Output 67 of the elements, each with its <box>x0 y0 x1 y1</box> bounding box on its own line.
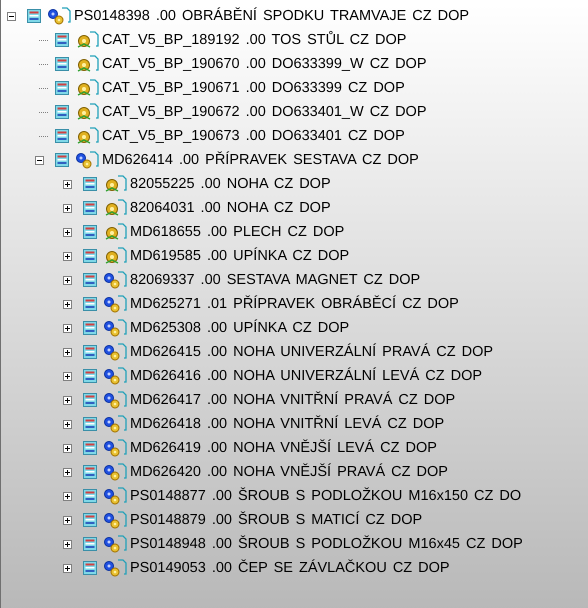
document-icon <box>83 249 97 263</box>
tree-item-label[interactable]: CAT_V5_BP_189192 .00 TOS STŮL CZ DOP <box>102 32 406 48</box>
document-icon <box>83 345 97 359</box>
expand-toggle[interactable] <box>63 348 72 356</box>
document-icon <box>83 321 97 335</box>
tree-item-label[interactable]: MD626418 .00 NOHA VNITŘNÍ LEVÁ CZ DOP <box>130 416 444 432</box>
tree-item-label[interactable]: CAT_V5_BP_190672 .00 DO633401_W CZ DOP <box>102 104 426 120</box>
tree-item-label[interactable]: 82069337 .00 SESTAVA MAGNET CZ DOP <box>130 272 420 288</box>
tree-item-label[interactable]: MD618655 .00 PLECH CZ DOP <box>130 224 344 240</box>
expand-toggle[interactable] <box>63 372 72 380</box>
expand-toggle[interactable] <box>63 324 72 332</box>
document-icon <box>55 33 69 47</box>
tree-item-label[interactable]: MD626420 .00 NOHA VNĚJŠÍ PRAVÁ CZ DOP <box>130 464 448 480</box>
document-icon <box>83 465 97 479</box>
tree-item-label[interactable]: PS0148398 .00 OBRÁBĚNÍ SPODKU TRAMVAJE CZ DOP <box>74 8 470 24</box>
expand-toggle[interactable] <box>63 564 72 572</box>
tree-item-label[interactable]: MD626417 .00 NOHA VNITŘNÍ PRAVÁ CZ DOP <box>130 392 456 408</box>
tree-item-label[interactable]: PS0148948 .00 ŠROUB S PODLOŽKOU M16x45 CZ DOP <box>130 536 523 552</box>
tree-item-label[interactable]: MD619585 .00 UPÍNKA CZ DOP <box>130 248 350 264</box>
document-icon <box>83 537 97 551</box>
document-icon <box>27 9 41 23</box>
expand-toggle[interactable] <box>7 12 16 20</box>
expand-toggle[interactable] <box>63 492 72 500</box>
tree-item-label[interactable]: 82064031 .00 NOHA CZ DOP <box>130 200 331 216</box>
document-icon <box>83 225 97 239</box>
tree-item-label[interactable]: MD626416 .00 NOHA UNIVERZÁLNÍ LEVÁ CZ DOP <box>130 368 482 384</box>
document-icon <box>83 489 97 503</box>
document-icon <box>83 417 97 431</box>
document-icon <box>83 177 97 191</box>
tree-item-label[interactable]: MD626419 .00 NOHA VNĚJŠÍ LEVÁ CZ DOP <box>130 440 437 456</box>
expand-toggle[interactable] <box>63 396 72 404</box>
tree-item-label[interactable]: CAT_V5_BP_190670 .00 DO633399_W CZ DOP <box>102 56 426 72</box>
expand-toggle[interactable] <box>63 180 72 188</box>
document-icon <box>83 273 97 287</box>
document-icon <box>55 57 69 71</box>
document-icon <box>83 513 97 527</box>
expand-toggle[interactable] <box>63 516 72 524</box>
expand-toggle[interactable] <box>63 228 72 236</box>
expand-toggle[interactable] <box>35 156 44 164</box>
expand-toggle[interactable] <box>63 252 72 260</box>
document-icon <box>55 105 69 119</box>
tree-item-label[interactable]: CAT_V5_BP_190671 .00 DO633399 CZ DOP <box>102 80 405 96</box>
expand-toggle[interactable] <box>63 204 72 212</box>
expand-toggle[interactable] <box>63 468 72 476</box>
document-icon <box>83 561 97 575</box>
document-icon <box>83 441 97 455</box>
expand-toggle[interactable] <box>63 444 72 452</box>
document-icon <box>55 81 69 95</box>
expand-toggle[interactable] <box>63 276 72 284</box>
document-icon <box>83 297 97 311</box>
tree-item-label[interactable]: PS0148879 .00 ŠROUB S MATICÍ CZ DOP <box>130 512 422 528</box>
expand-toggle[interactable] <box>63 540 72 548</box>
tree-item-label[interactable]: PS0148877 .00 ŠROUB S PODLOŽKOU M16x150 CZ DO <box>130 488 522 504</box>
document-icon <box>83 369 97 383</box>
document-icon <box>83 201 97 215</box>
document-icon <box>83 393 97 407</box>
tree-item-label[interactable]: MD626414 .00 PŘÍPRAVEK SESTAVA CZ DOP <box>102 152 419 168</box>
expand-toggle[interactable] <box>63 300 72 308</box>
tree-item-label[interactable]: MD626415 .00 NOHA UNIVERZÁLNÍ PRAVÁ CZ DOP <box>130 344 494 360</box>
tree-item-label[interactable]: MD625308 .00 UPÍNKA CZ DOP <box>130 320 350 336</box>
expand-toggle[interactable] <box>63 420 72 428</box>
document-icon <box>55 153 69 167</box>
tree-item-label[interactable]: MD625271 .01 PŘÍPRAVEK OBRÁBĚCÍ CZ DOP <box>130 296 459 312</box>
tree-item-label[interactable]: 82055225 .00 NOHA CZ DOP <box>130 176 331 192</box>
tree-item-label[interactable]: PS0149053 .00 ČEP SE ZÁVLAČKOU CZ DOP <box>130 560 450 576</box>
tree-item-label[interactable]: CAT_V5_BP_190673 .00 DO633401 CZ DOP <box>102 128 405 144</box>
document-icon <box>55 129 69 143</box>
